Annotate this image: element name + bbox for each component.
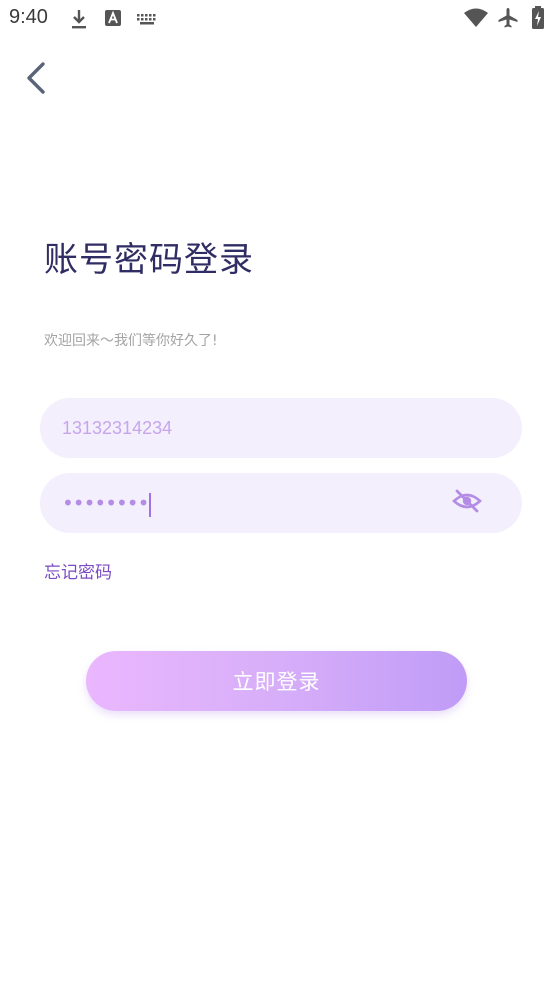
password-input[interactable]: ••••••••	[62, 491, 152, 517]
login-button-label: 立即登录	[232, 670, 321, 694]
text-caret	[149, 492, 152, 517]
chevron-left-icon	[24, 61, 48, 99]
password-visibility-toggle[interactable]	[450, 487, 484, 519]
welcome-subtitle: 欢迎回来～我们等你好久了!	[44, 333, 218, 349]
eye-off-icon	[452, 489, 482, 517]
wifi-icon	[463, 8, 489, 32]
keyboard-icon	[136, 11, 158, 30]
page-title: 账号密码登录	[44, 240, 254, 280]
airplane-icon	[497, 7, 519, 33]
back-button[interactable]	[14, 58, 58, 102]
forgot-password-link[interactable]: 忘记密码	[44, 558, 112, 583]
download-icon	[70, 8, 88, 34]
battery-charging-icon	[531, 6, 545, 34]
phone-input[interactable]	[62, 398, 442, 458]
login-button[interactable]: 立即登录	[86, 651, 467, 711]
phone-field[interactable]	[40, 398, 522, 458]
status-bar: 9:40	[0, 0, 553, 38]
font-a-icon	[104, 9, 122, 31]
status-time: 9:40	[9, 6, 48, 28]
password-field[interactable]: ••••••••	[40, 473, 522, 533]
password-masked-value: ••••••••	[62, 491, 149, 515]
